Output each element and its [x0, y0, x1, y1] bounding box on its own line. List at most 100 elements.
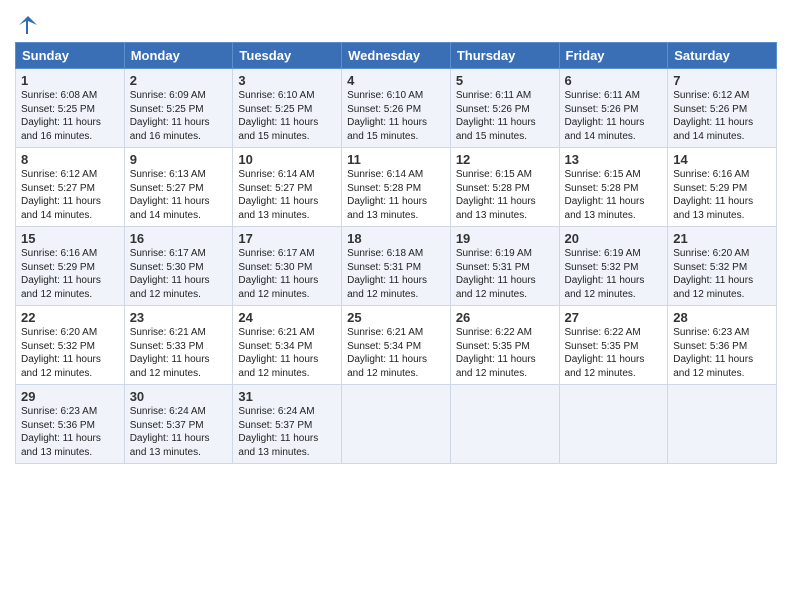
- day-number: 17: [238, 231, 336, 246]
- day-cell: 8Sunrise: 6:12 AM Sunset: 5:27 PM Daylig…: [16, 148, 125, 227]
- day-cell: 18Sunrise: 6:18 AM Sunset: 5:31 PM Dayli…: [342, 227, 451, 306]
- day-info: Sunrise: 6:17 AM Sunset: 5:30 PM Dayligh…: [238, 247, 336, 301]
- day-info: Sunrise: 6:12 AM Sunset: 5:26 PM Dayligh…: [673, 89, 771, 143]
- day-number: 14: [673, 152, 771, 167]
- day-number: 6: [565, 73, 663, 88]
- day-number: 20: [565, 231, 663, 246]
- day-info: Sunrise: 6:19 AM Sunset: 5:31 PM Dayligh…: [456, 247, 554, 301]
- day-cell: 31Sunrise: 6:24 AM Sunset: 5:37 PM Dayli…: [233, 385, 342, 464]
- day-info: Sunrise: 6:21 AM Sunset: 5:34 PM Dayligh…: [238, 326, 336, 380]
- day-info: Sunrise: 6:14 AM Sunset: 5:27 PM Dayligh…: [238, 168, 336, 222]
- week-row-5: 29Sunrise: 6:23 AM Sunset: 5:36 PM Dayli…: [16, 385, 777, 464]
- day-info: Sunrise: 6:11 AM Sunset: 5:26 PM Dayligh…: [565, 89, 663, 143]
- day-info: Sunrise: 6:19 AM Sunset: 5:32 PM Dayligh…: [565, 247, 663, 301]
- day-info: Sunrise: 6:20 AM Sunset: 5:32 PM Dayligh…: [21, 326, 119, 380]
- calendar-table: SundayMondayTuesdayWednesdayThursdayFrid…: [15, 42, 777, 464]
- day-info: Sunrise: 6:22 AM Sunset: 5:35 PM Dayligh…: [456, 326, 554, 380]
- day-number: 31: [238, 389, 336, 404]
- day-cell: 19Sunrise: 6:19 AM Sunset: 5:31 PM Dayli…: [450, 227, 559, 306]
- day-cell: 11Sunrise: 6:14 AM Sunset: 5:28 PM Dayli…: [342, 148, 451, 227]
- day-cell: 16Sunrise: 6:17 AM Sunset: 5:30 PM Dayli…: [124, 227, 233, 306]
- day-info: Sunrise: 6:24 AM Sunset: 5:37 PM Dayligh…: [130, 405, 228, 459]
- day-info: Sunrise: 6:21 AM Sunset: 5:33 PM Dayligh…: [130, 326, 228, 380]
- day-number: 18: [347, 231, 445, 246]
- header-row: SundayMondayTuesdayWednesdayThursdayFrid…: [16, 43, 777, 69]
- day-info: Sunrise: 6:24 AM Sunset: 5:37 PM Dayligh…: [238, 405, 336, 459]
- day-cell: [559, 385, 668, 464]
- logo-icon: [17, 14, 39, 36]
- day-number: 23: [130, 310, 228, 325]
- day-cell: 29Sunrise: 6:23 AM Sunset: 5:36 PM Dayli…: [16, 385, 125, 464]
- col-header-thursday: Thursday: [450, 43, 559, 69]
- col-header-saturday: Saturday: [668, 43, 777, 69]
- day-number: 12: [456, 152, 554, 167]
- day-info: Sunrise: 6:17 AM Sunset: 5:30 PM Dayligh…: [130, 247, 228, 301]
- day-cell: 22Sunrise: 6:20 AM Sunset: 5:32 PM Dayli…: [16, 306, 125, 385]
- week-row-2: 8Sunrise: 6:12 AM Sunset: 5:27 PM Daylig…: [16, 148, 777, 227]
- logo: [15, 14, 39, 36]
- week-row-3: 15Sunrise: 6:16 AM Sunset: 5:29 PM Dayli…: [16, 227, 777, 306]
- day-info: Sunrise: 6:15 AM Sunset: 5:28 PM Dayligh…: [456, 168, 554, 222]
- day-cell: 25Sunrise: 6:21 AM Sunset: 5:34 PM Dayli…: [342, 306, 451, 385]
- day-cell: 1Sunrise: 6:08 AM Sunset: 5:25 PM Daylig…: [16, 69, 125, 148]
- day-number: 5: [456, 73, 554, 88]
- day-number: 9: [130, 152, 228, 167]
- day-cell: 5Sunrise: 6:11 AM Sunset: 5:26 PM Daylig…: [450, 69, 559, 148]
- day-cell: 3Sunrise: 6:10 AM Sunset: 5:25 PM Daylig…: [233, 69, 342, 148]
- week-row-1: 1Sunrise: 6:08 AM Sunset: 5:25 PM Daylig…: [16, 69, 777, 148]
- day-info: Sunrise: 6:10 AM Sunset: 5:25 PM Dayligh…: [238, 89, 336, 143]
- day-cell: 17Sunrise: 6:17 AM Sunset: 5:30 PM Dayli…: [233, 227, 342, 306]
- header-area: [15, 10, 777, 36]
- day-number: 19: [456, 231, 554, 246]
- day-info: Sunrise: 6:16 AM Sunset: 5:29 PM Dayligh…: [21, 247, 119, 301]
- day-number: 1: [21, 73, 119, 88]
- col-header-friday: Friday: [559, 43, 668, 69]
- day-cell: [342, 385, 451, 464]
- day-number: 10: [238, 152, 336, 167]
- day-info: Sunrise: 6:10 AM Sunset: 5:26 PM Dayligh…: [347, 89, 445, 143]
- day-cell: 23Sunrise: 6:21 AM Sunset: 5:33 PM Dayli…: [124, 306, 233, 385]
- day-cell: [668, 385, 777, 464]
- day-info: Sunrise: 6:22 AM Sunset: 5:35 PM Dayligh…: [565, 326, 663, 380]
- day-number: 8: [21, 152, 119, 167]
- col-header-tuesday: Tuesday: [233, 43, 342, 69]
- day-number: 7: [673, 73, 771, 88]
- day-number: 30: [130, 389, 228, 404]
- day-number: 26: [456, 310, 554, 325]
- day-cell: 13Sunrise: 6:15 AM Sunset: 5:28 PM Dayli…: [559, 148, 668, 227]
- day-cell: 21Sunrise: 6:20 AM Sunset: 5:32 PM Dayli…: [668, 227, 777, 306]
- day-cell: 26Sunrise: 6:22 AM Sunset: 5:35 PM Dayli…: [450, 306, 559, 385]
- day-number: 24: [238, 310, 336, 325]
- day-number: 25: [347, 310, 445, 325]
- day-info: Sunrise: 6:08 AM Sunset: 5:25 PM Dayligh…: [21, 89, 119, 143]
- day-info: Sunrise: 6:23 AM Sunset: 5:36 PM Dayligh…: [21, 405, 119, 459]
- day-cell: 14Sunrise: 6:16 AM Sunset: 5:29 PM Dayli…: [668, 148, 777, 227]
- day-cell: [450, 385, 559, 464]
- day-cell: 7Sunrise: 6:12 AM Sunset: 5:26 PM Daylig…: [668, 69, 777, 148]
- day-info: Sunrise: 6:13 AM Sunset: 5:27 PM Dayligh…: [130, 168, 228, 222]
- day-number: 4: [347, 73, 445, 88]
- day-cell: 2Sunrise: 6:09 AM Sunset: 5:25 PM Daylig…: [124, 69, 233, 148]
- day-number: 13: [565, 152, 663, 167]
- day-number: 2: [130, 73, 228, 88]
- day-number: 16: [130, 231, 228, 246]
- day-cell: 28Sunrise: 6:23 AM Sunset: 5:36 PM Dayli…: [668, 306, 777, 385]
- day-cell: 20Sunrise: 6:19 AM Sunset: 5:32 PM Dayli…: [559, 227, 668, 306]
- day-info: Sunrise: 6:23 AM Sunset: 5:36 PM Dayligh…: [673, 326, 771, 380]
- day-number: 28: [673, 310, 771, 325]
- day-number: 29: [21, 389, 119, 404]
- day-cell: 10Sunrise: 6:14 AM Sunset: 5:27 PM Dayli…: [233, 148, 342, 227]
- day-cell: 12Sunrise: 6:15 AM Sunset: 5:28 PM Dayli…: [450, 148, 559, 227]
- day-cell: 9Sunrise: 6:13 AM Sunset: 5:27 PM Daylig…: [124, 148, 233, 227]
- col-header-monday: Monday: [124, 43, 233, 69]
- day-cell: 6Sunrise: 6:11 AM Sunset: 5:26 PM Daylig…: [559, 69, 668, 148]
- col-header-wednesday: Wednesday: [342, 43, 451, 69]
- day-number: 3: [238, 73, 336, 88]
- day-cell: 27Sunrise: 6:22 AM Sunset: 5:35 PM Dayli…: [559, 306, 668, 385]
- day-info: Sunrise: 6:14 AM Sunset: 5:28 PM Dayligh…: [347, 168, 445, 222]
- day-info: Sunrise: 6:12 AM Sunset: 5:27 PM Dayligh…: [21, 168, 119, 222]
- day-info: Sunrise: 6:09 AM Sunset: 5:25 PM Dayligh…: [130, 89, 228, 143]
- day-cell: 30Sunrise: 6:24 AM Sunset: 5:37 PM Dayli…: [124, 385, 233, 464]
- day-number: 11: [347, 152, 445, 167]
- day-cell: 15Sunrise: 6:16 AM Sunset: 5:29 PM Dayli…: [16, 227, 125, 306]
